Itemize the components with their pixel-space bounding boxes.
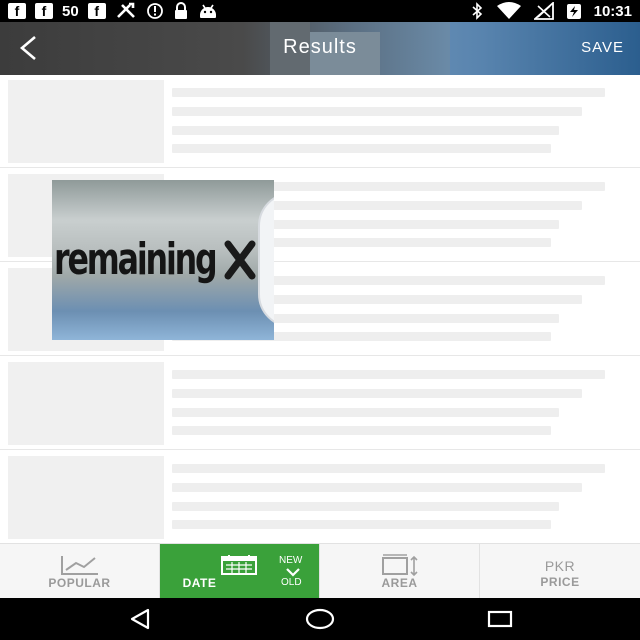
text-line-placeholder [172, 107, 582, 116]
nav-recents-button[interactable] [480, 604, 520, 634]
chart-icon [61, 556, 98, 575]
notification-count: 50 [62, 2, 79, 20]
android-icon [199, 4, 216, 18]
save-button[interactable]: SAVE [581, 39, 624, 56]
signal-icon [533, 2, 554, 20]
home-circle-icon [305, 608, 335, 630]
text-line-placeholder [172, 126, 559, 135]
recents-square-icon [487, 610, 513, 628]
status-bar: f f 50 f 10:31 [0, 0, 640, 22]
chevron-down-icon[interactable] [285, 567, 301, 577]
list-item-placeholder[interactable] [0, 451, 640, 543]
clock-time: 10:31 [593, 2, 632, 20]
tab-area[interactable]: AREA [320, 544, 480, 599]
wifi-icon [496, 2, 521, 19]
text-line-placeholder [172, 426, 551, 435]
tools-icon [116, 2, 135, 18]
thumbnail-placeholder [8, 80, 164, 163]
battery-charging-icon [566, 4, 581, 19]
app-bar: Results SAVE [0, 22, 640, 75]
tab-popular[interactable]: POPULAR [0, 544, 160, 599]
bluetooth-icon [472, 2, 482, 20]
facebook-icon: f [35, 3, 53, 19]
order-new-label: NEW [279, 555, 303, 566]
tab-area-label: AREA [381, 576, 418, 590]
navigation-bar [0, 598, 640, 640]
close-icon[interactable] [220, 238, 260, 282]
ad-overlay-text: remaining [54, 234, 218, 285]
nav-back-button[interactable] [120, 604, 160, 634]
tab-date[interactable]: DATE NEW OLD [160, 544, 320, 599]
nav-home-button[interactable] [300, 604, 340, 634]
text-line-placeholder [172, 389, 582, 398]
text-line-placeholder [172, 144, 551, 153]
back-triangle-icon [130, 608, 150, 630]
list-item-placeholder[interactable] [0, 357, 640, 450]
sort-bar: POPULAR DATE NEW OLD AREA PKR PRICE [0, 543, 640, 599]
tab-price-currency: PKR [544, 558, 576, 574]
thumbnail-placeholder [8, 362, 164, 445]
thumbnail-placeholder [8, 456, 164, 539]
order-old-label: OLD [281, 577, 302, 588]
text-line-placeholder [172, 88, 605, 97]
tab-price[interactable]: PKR PRICE [480, 544, 640, 599]
ad-close-button[interactable] [258, 192, 274, 328]
lock-icon [174, 2, 187, 19]
screen: f f 50 f 10:31 Results SAVE remaining PO… [0, 0, 640, 640]
facebook-icon: f [87, 3, 106, 19]
list-item-placeholder[interactable] [0, 75, 640, 168]
data-saver-icon [146, 3, 163, 19]
page-title: Results [283, 36, 357, 58]
text-line-placeholder [172, 464, 605, 473]
text-line-placeholder [172, 502, 559, 511]
tab-price-label: PRICE [540, 575, 580, 589]
text-line-placeholder [172, 370, 605, 379]
calendar-icon [221, 555, 257, 575]
ad-overlay[interactable]: remaining [52, 180, 274, 340]
area-icon [382, 554, 418, 577]
text-line-placeholder [172, 408, 559, 417]
tab-date-label: DATE [182, 576, 217, 590]
facebook-icon: f [8, 3, 26, 19]
text-line-placeholder [172, 520, 551, 529]
text-line-placeholder [172, 483, 582, 492]
